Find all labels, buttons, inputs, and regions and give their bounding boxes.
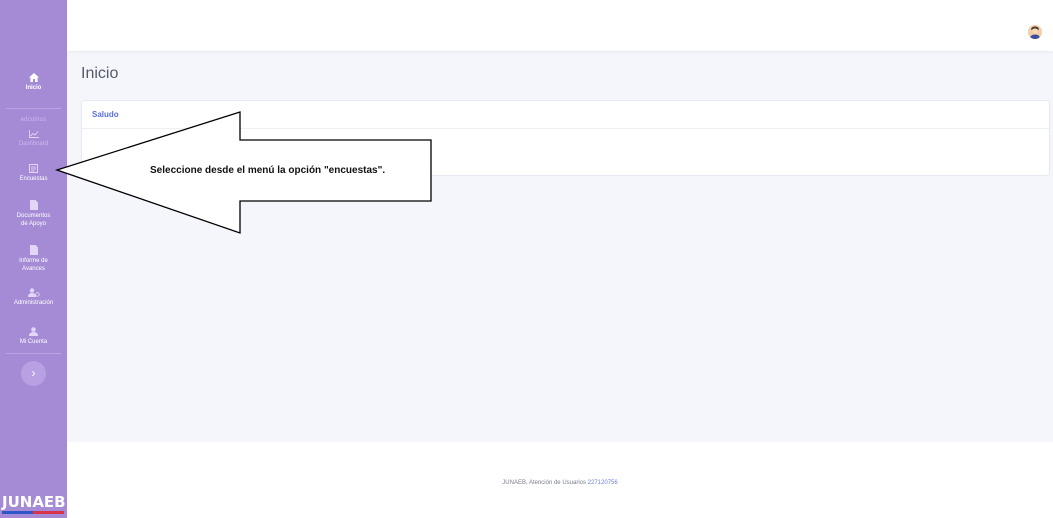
- annotation-text: Seleccione desde el menú la opción "encu…: [150, 165, 386, 176]
- annotation-arrow: [54, 111, 432, 234]
